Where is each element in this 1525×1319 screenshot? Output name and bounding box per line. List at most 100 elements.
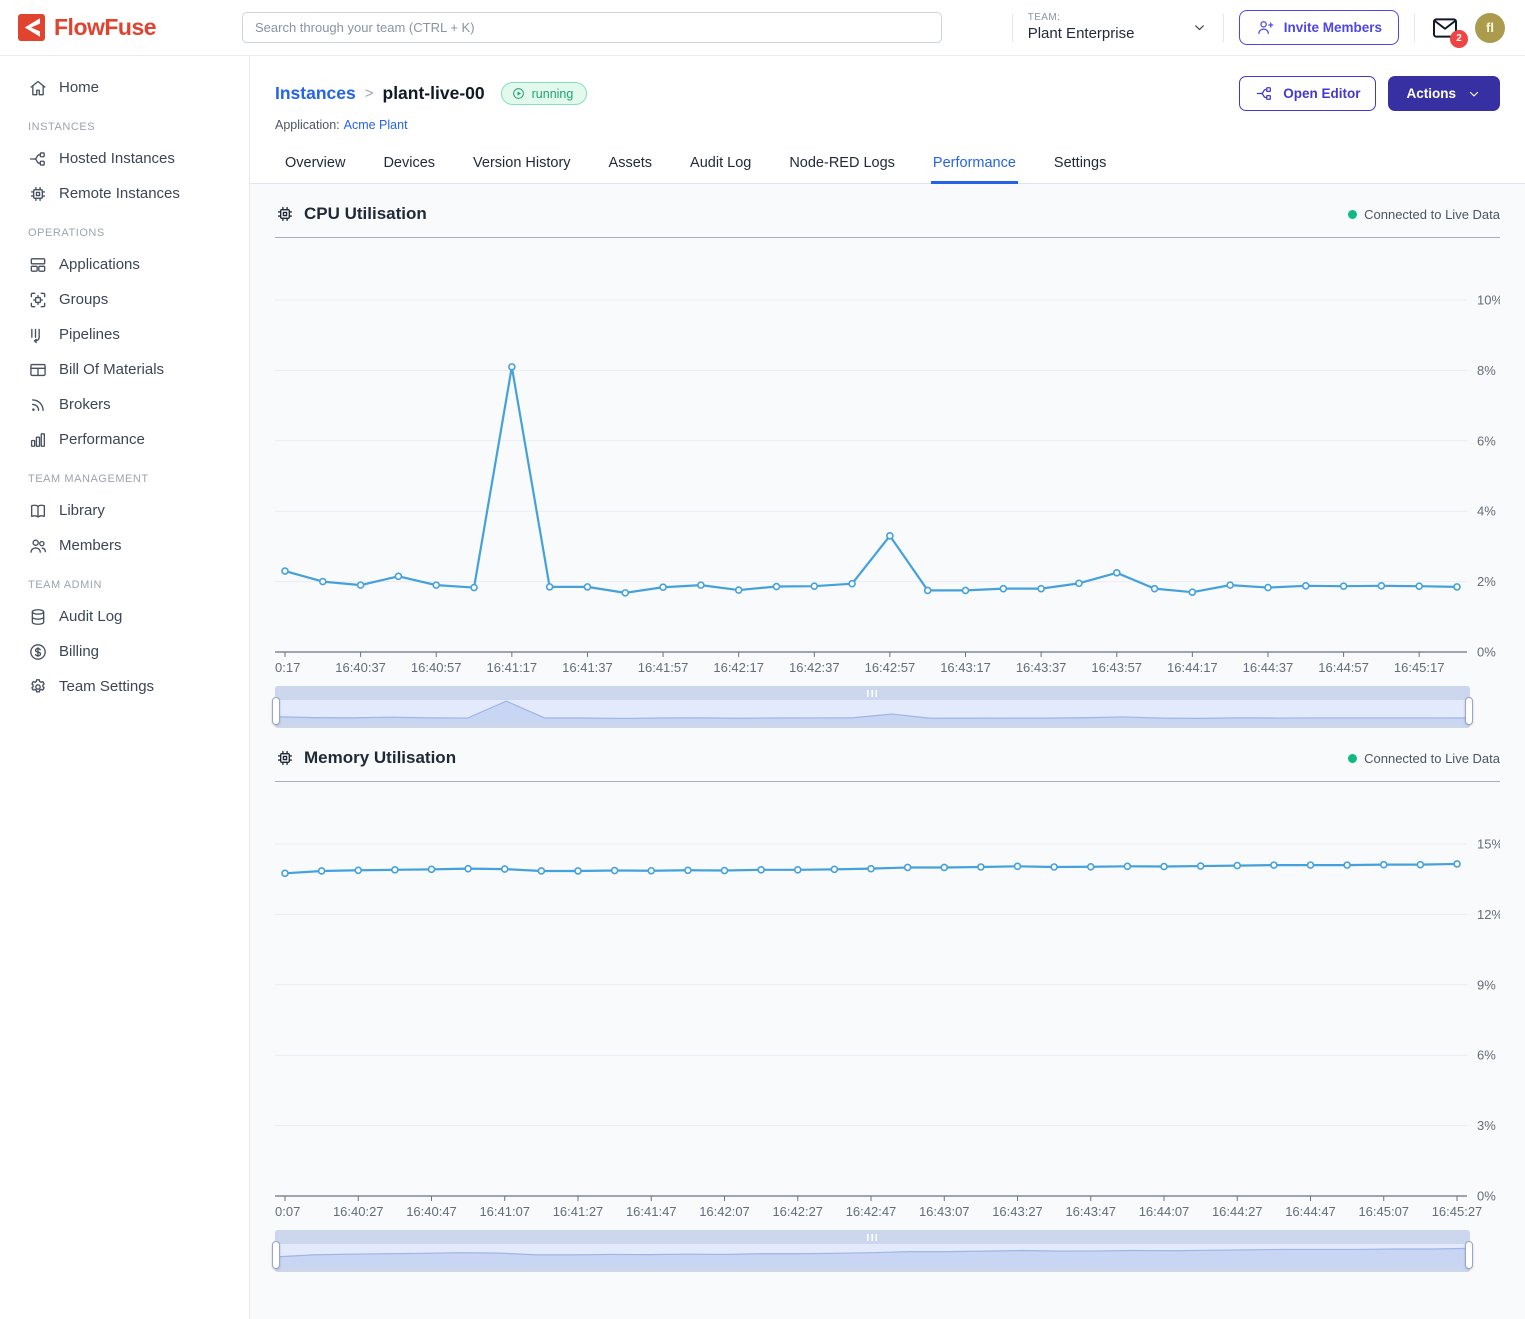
tab-audit-log[interactable]: Audit Log [688, 146, 753, 184]
sidebar-item-label: Billing [59, 643, 99, 660]
header-right-cluster: TEAM: Plant Enterprise Invite Members 2 … [1012, 10, 1525, 45]
svg-text:16:43:17: 16:43:17 [940, 660, 991, 674]
sidebar-item-bill-of-materials[interactable]: Bill Of Materials [0, 352, 249, 387]
notification-badge: 2 [1450, 30, 1468, 48]
user-avatar[interactable]: fl [1475, 13, 1505, 43]
cpu-range-left-handle[interactable] [272, 697, 280, 725]
memory-range-left-handle[interactable] [272, 1241, 280, 1269]
actions-button[interactable]: Actions [1388, 76, 1500, 111]
sidebar-item-hosted-instances[interactable]: Hosted Instances [0, 141, 249, 176]
cpu-chart[interactable]: 0%2%4%6%8%10%0:1716:40:3716:40:5716:41:1… [275, 244, 1500, 674]
svg-text:3%: 3% [1477, 1118, 1496, 1133]
sidebar-item-performance[interactable]: Performance [0, 422, 249, 457]
person-plus-icon [1256, 18, 1275, 37]
svg-text:10%: 10% [1477, 293, 1500, 308]
svg-text:16:42:17: 16:42:17 [713, 660, 764, 674]
svg-text:16:40:47: 16:40:47 [406, 1204, 457, 1218]
invite-members-button[interactable]: Invite Members [1239, 10, 1399, 45]
section-divider [275, 237, 1500, 238]
sidebar-item-label: Applications [59, 256, 140, 273]
svg-text:6%: 6% [1477, 433, 1496, 448]
memory-range-right-handle[interactable] [1465, 1241, 1473, 1269]
chevron-down-icon [1466, 86, 1482, 102]
tab-overview[interactable]: Overview [283, 146, 347, 184]
sidebar-item-label: Audit Log [59, 608, 122, 625]
invite-members-label: Invite Members [1284, 20, 1382, 35]
search-input[interactable] [242, 12, 942, 43]
sidebar-item-label: Groups [59, 291, 108, 308]
svg-text:16:41:57: 16:41:57 [638, 660, 689, 674]
svg-text:8%: 8% [1477, 363, 1496, 378]
svg-text:12%: 12% [1477, 907, 1500, 922]
sidebar-item-members[interactable]: Members [0, 528, 249, 563]
breadcrumb-instances-link[interactable]: Instances [275, 83, 356, 104]
header-divider [1414, 14, 1415, 42]
performance-icon [28, 430, 48, 450]
tab-performance[interactable]: Performance [931, 146, 1018, 184]
tab-bar: Overview Devices Version History Assets Audi… [250, 146, 1525, 184]
grip-icon [867, 690, 878, 697]
sidebar-item-library[interactable]: Library [0, 493, 249, 528]
svg-text:16:41:27: 16:41:27 [553, 1204, 604, 1218]
section-divider [275, 781, 1500, 782]
brokers-icon [28, 395, 48, 415]
svg-text:16:43:07: 16:43:07 [919, 1204, 970, 1218]
memory-range-slider-bar[interactable] [275, 1230, 1470, 1244]
svg-text:16:42:57: 16:42:57 [865, 660, 916, 674]
bill-of-materials-icon [28, 360, 48, 380]
tab-settings[interactable]: Settings [1052, 146, 1108, 184]
sidebar-item-remote-instances[interactable]: Remote Instances [0, 176, 249, 211]
memory-range-slider-track [275, 1267, 1470, 1272]
open-editor-button[interactable]: Open Editor [1239, 76, 1376, 111]
memory-range-slider[interactable] [275, 1230, 1470, 1272]
sidebar-item-billing[interactable]: Billing [0, 634, 249, 669]
svg-text:16:44:07: 16:44:07 [1139, 1204, 1190, 1218]
audit-log-icon [28, 607, 48, 627]
sidebar-item-groups[interactable]: Groups [0, 282, 249, 317]
svg-text:16:42:37: 16:42:37 [789, 660, 840, 674]
cpu-live-status: Connected to Live Data [1348, 207, 1500, 222]
sidebar-section-title: TEAM MANAGEMENT [0, 473, 249, 485]
tab-devices[interactable]: Devices [381, 146, 437, 184]
library-icon [28, 501, 48, 521]
svg-text:16:41:07: 16:41:07 [479, 1204, 530, 1218]
svg-text:16:41:17: 16:41:17 [487, 660, 538, 674]
sidebar-item-home[interactable]: Home [0, 70, 249, 105]
sidebar-section-title: TEAM ADMIN [0, 579, 249, 591]
flowfuse-logo-icon [18, 14, 45, 41]
status-badge-label: running [532, 87, 574, 101]
tab-node-red-logs[interactable]: Node-RED Logs [787, 146, 897, 184]
breadcrumb-separator: > [365, 85, 374, 102]
sidebar: Home INSTANCES Hosted InstancesRemote Inst… [0, 56, 250, 1319]
chevron-down-icon[interactable] [1191, 19, 1208, 36]
memory-utilisation-section: Memory Utilisation Connected to Live Dat… [275, 728, 1500, 1272]
tab-version-history[interactable]: Version History [471, 146, 573, 184]
svg-text:16:44:57: 16:44:57 [1318, 660, 1369, 674]
instance-name: plant-live-00 [383, 83, 485, 104]
svg-text:16:42:47: 16:42:47 [846, 1204, 897, 1218]
sidebar-item-brokers[interactable]: Brokers [0, 387, 249, 422]
team-name: Plant Enterprise [1028, 24, 1176, 44]
sidebar-item-applications[interactable]: Applications [0, 247, 249, 282]
editor-icon [1255, 84, 1274, 103]
application-link[interactable]: Acme Plant [344, 118, 408, 132]
svg-text:16:43:47: 16:43:47 [1065, 1204, 1116, 1218]
cpu-range-slider-bar[interactable] [275, 686, 1470, 700]
notifications-button[interactable]: 2 [1430, 13, 1460, 43]
svg-text:16:45:17: 16:45:17 [1394, 660, 1445, 674]
memory-live-status-label: Connected to Live Data [1364, 751, 1500, 766]
cpu-range-slider[interactable] [275, 686, 1470, 728]
sidebar-item-audit-log[interactable]: Audit Log [0, 599, 249, 634]
sidebar-item-team-settings[interactable]: Team Settings [0, 669, 249, 704]
tab-assets[interactable]: Assets [607, 146, 655, 184]
sidebar-section-title: INSTANCES [0, 121, 249, 133]
flowfuse-logo[interactable]: FlowFuse [0, 14, 242, 41]
memory-chart[interactable]: 0%3%6%9%12%15%0:0716:40:2716:40:4716:41:… [275, 788, 1500, 1218]
sidebar-item-pipelines[interactable]: Pipelines [0, 317, 249, 352]
cpu-range-right-handle[interactable] [1465, 697, 1473, 725]
applications-icon [28, 255, 48, 275]
svg-text:16:43:37: 16:43:37 [1016, 660, 1067, 674]
open-editor-label: Open Editor [1283, 86, 1360, 101]
team-selector[interactable]: TEAM: Plant Enterprise [1028, 11, 1176, 44]
svg-text:2%: 2% [1477, 574, 1496, 589]
